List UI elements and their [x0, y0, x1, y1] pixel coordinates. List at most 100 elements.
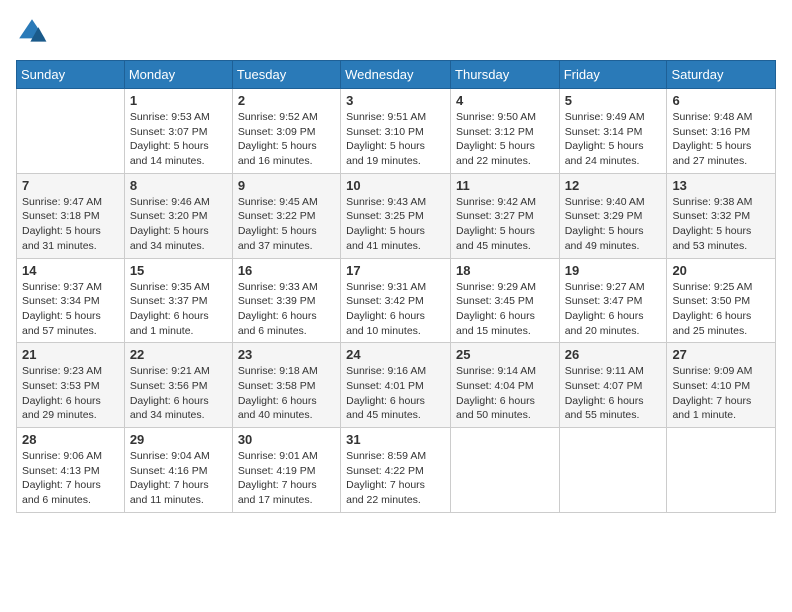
day-info: Sunrise: 8:59 AMSunset: 4:22 PMDaylight:… [346, 449, 445, 508]
logo-icon [16, 16, 48, 48]
calendar-cell: 21Sunrise: 9:23 AMSunset: 3:53 PMDayligh… [17, 343, 125, 428]
day-number: 1 [130, 93, 227, 108]
calendar-cell [17, 89, 125, 174]
calendar-cell: 13 Sunrise: 9:38 AMSunset: 3:32 PMDayligh… [667, 173, 776, 258]
day-number: 27 [672, 347, 770, 362]
calendar-header-row: SundayMondayTuesdayWednesdayThursdayFrid… [17, 61, 776, 89]
calendar-cell: 19 Sunrise: 9:27 AMSunset: 3:47 PMDayligh… [559, 258, 667, 343]
day-header-thursday: Thursday [451, 61, 560, 89]
calendar-cell: 3 Sunrise: 9:51 AMSunset: 3:10 PMDaylight… [341, 89, 451, 174]
calendar-week-row: 21Sunrise: 9:23 AMSunset: 3:53 PMDayligh… [17, 343, 776, 428]
day-info: Sunrise: 9:48 AMSunset: 3:16 PMDaylight:… [672, 110, 770, 169]
day-info: Sunrise: 9:52 AMSunset: 3:09 PMDaylight:… [238, 110, 335, 169]
day-info: Sunrise: 9:33 AMSunset: 3:39 PMDaylight:… [238, 280, 335, 339]
day-info: Sunrise: 9:42 AMSunset: 3:27 PMDaylight:… [456, 195, 554, 254]
day-number: 7 [22, 178, 119, 193]
day-info: Sunrise: 9:21 AMSunset: 3:56 PMDaylight:… [130, 364, 227, 423]
calendar-cell [451, 428, 560, 513]
day-header-saturday: Saturday [667, 61, 776, 89]
day-number: 14 [22, 263, 119, 278]
day-number: 15 [130, 263, 227, 278]
day-info: Sunrise: 9:01 AMSunset: 4:19 PMDaylight:… [238, 449, 335, 508]
day-info: Sunrise: 9:23 AMSunset: 3:53 PMDaylight:… [22, 364, 119, 423]
calendar-cell: 24 Sunrise: 9:16 AMSunset: 4:01 PMDayligh… [341, 343, 451, 428]
day-info: Sunrise: 9:16 AMSunset: 4:01 PMDaylight:… [346, 364, 445, 423]
calendar-week-row: 28 Sunrise: 9:06 AMSunset: 4:13 PMDayligh… [17, 428, 776, 513]
day-header-wednesday: Wednesday [341, 61, 451, 89]
day-number: 26 [565, 347, 662, 362]
day-number: 24 [346, 347, 445, 362]
calendar-cell: 23 Sunrise: 9:18 AMSunset: 3:58 PMDayligh… [232, 343, 340, 428]
day-info: Sunrise: 9:43 AMSunset: 3:25 PMDaylight:… [346, 195, 445, 254]
calendar-cell: 4Sunrise: 9:50 AMSunset: 3:12 PMDaylight… [451, 89, 560, 174]
day-info: Sunrise: 9:27 AMSunset: 3:47 PMDaylight:… [565, 280, 662, 339]
day-info: Sunrise: 9:37 AMSunset: 3:34 PMDaylight:… [22, 280, 119, 339]
calendar-week-row: 1Sunrise: 9:53 AMSunset: 3:07 PMDaylight… [17, 89, 776, 174]
day-info: Sunrise: 9:40 AMSunset: 3:29 PMDaylight:… [565, 195, 662, 254]
calendar-cell: 29Sunrise: 9:04 AMSunset: 4:16 PMDayligh… [124, 428, 232, 513]
calendar-cell: 31 Sunrise: 8:59 AMSunset: 4:22 PMDayligh… [341, 428, 451, 513]
calendar-week-row: 14 Sunrise: 9:37 AMSunset: 3:34 PMDayligh… [17, 258, 776, 343]
calendar-table: SundayMondayTuesdayWednesdayThursdayFrid… [16, 60, 776, 513]
day-number: 11 [456, 178, 554, 193]
page-header [16, 16, 776, 48]
day-number: 28 [22, 432, 119, 447]
day-number: 2 [238, 93, 335, 108]
day-number: 8 [130, 178, 227, 193]
day-info: Sunrise: 9:47 AMSunset: 3:18 PMDaylight:… [22, 195, 119, 254]
logo [16, 16, 52, 48]
calendar-cell: 18Sunrise: 9:29 AMSunset: 3:45 PMDayligh… [451, 258, 560, 343]
day-header-monday: Monday [124, 61, 232, 89]
calendar-cell: 25 Sunrise: 9:14 AMSunset: 4:04 PMDayligh… [451, 343, 560, 428]
calendar-cell [667, 428, 776, 513]
day-info: Sunrise: 9:45 AMSunset: 3:22 PMDaylight:… [238, 195, 335, 254]
calendar-week-row: 7 Sunrise: 9:47 AMSunset: 3:18 PMDaylight… [17, 173, 776, 258]
calendar-cell: 26 Sunrise: 9:11 AMSunset: 4:07 PMDayligh… [559, 343, 667, 428]
day-number: 29 [130, 432, 227, 447]
day-info: Sunrise: 9:38 AMSunset: 3:32 PMDaylight:… [672, 195, 770, 254]
calendar-cell: 7 Sunrise: 9:47 AMSunset: 3:18 PMDaylight… [17, 173, 125, 258]
day-number: 22 [130, 347, 227, 362]
calendar-cell: 1Sunrise: 9:53 AMSunset: 3:07 PMDaylight… [124, 89, 232, 174]
calendar-cell: 30Sunrise: 9:01 AMSunset: 4:19 PMDayligh… [232, 428, 340, 513]
day-header-sunday: Sunday [17, 61, 125, 89]
day-header-friday: Friday [559, 61, 667, 89]
day-number: 10 [346, 178, 445, 193]
day-info: Sunrise: 9:25 AMSunset: 3:50 PMDaylight:… [672, 280, 770, 339]
calendar-cell: 27Sunrise: 9:09 AMSunset: 4:10 PMDayligh… [667, 343, 776, 428]
day-number: 5 [565, 93, 662, 108]
calendar-cell: 16Sunrise: 9:33 AMSunset: 3:39 PMDayligh… [232, 258, 340, 343]
day-info: Sunrise: 9:29 AMSunset: 3:45 PMDaylight:… [456, 280, 554, 339]
calendar-cell: 12Sunrise: 9:40 AMSunset: 3:29 PMDayligh… [559, 173, 667, 258]
calendar-cell: 11 Sunrise: 9:42 AMSunset: 3:27 PMDayligh… [451, 173, 560, 258]
day-number: 25 [456, 347, 554, 362]
calendar-cell: 5Sunrise: 9:49 AMSunset: 3:14 PMDaylight… [559, 89, 667, 174]
day-info: Sunrise: 9:06 AMSunset: 4:13 PMDaylight:… [22, 449, 119, 508]
day-number: 9 [238, 178, 335, 193]
day-info: Sunrise: 9:51 AMSunset: 3:10 PMDaylight:… [346, 110, 445, 169]
calendar-cell: 20 Sunrise: 9:25 AMSunset: 3:50 PMDayligh… [667, 258, 776, 343]
day-number: 31 [346, 432, 445, 447]
calendar-cell: 2 Sunrise: 9:52 AMSunset: 3:09 PMDaylight… [232, 89, 340, 174]
day-number: 3 [346, 93, 445, 108]
day-number: 13 [672, 178, 770, 193]
day-header-tuesday: Tuesday [232, 61, 340, 89]
calendar-cell: 8 Sunrise: 9:46 AMSunset: 3:20 PMDaylight… [124, 173, 232, 258]
day-number: 19 [565, 263, 662, 278]
calendar-cell: 15 Sunrise: 9:35 AMSunset: 3:37 PMDayligh… [124, 258, 232, 343]
day-info: Sunrise: 9:18 AMSunset: 3:58 PMDaylight:… [238, 364, 335, 423]
calendar-cell: 17Sunrise: 9:31 AMSunset: 3:42 PMDayligh… [341, 258, 451, 343]
day-info: Sunrise: 9:46 AMSunset: 3:20 PMDaylight:… [130, 195, 227, 254]
calendar-cell [559, 428, 667, 513]
day-number: 4 [456, 93, 554, 108]
day-number: 23 [238, 347, 335, 362]
day-info: Sunrise: 9:11 AMSunset: 4:07 PMDaylight:… [565, 364, 662, 423]
day-number: 6 [672, 93, 770, 108]
day-number: 20 [672, 263, 770, 278]
day-number: 17 [346, 263, 445, 278]
calendar-cell: 22 Sunrise: 9:21 AMSunset: 3:56 PMDayligh… [124, 343, 232, 428]
day-info: Sunrise: 9:14 AMSunset: 4:04 PMDaylight:… [456, 364, 554, 423]
calendar-cell: 9 Sunrise: 9:45 AMSunset: 3:22 PMDaylight… [232, 173, 340, 258]
calendar-cell: 28 Sunrise: 9:06 AMSunset: 4:13 PMDayligh… [17, 428, 125, 513]
day-info: Sunrise: 9:35 AMSunset: 3:37 PMDaylight:… [130, 280, 227, 339]
